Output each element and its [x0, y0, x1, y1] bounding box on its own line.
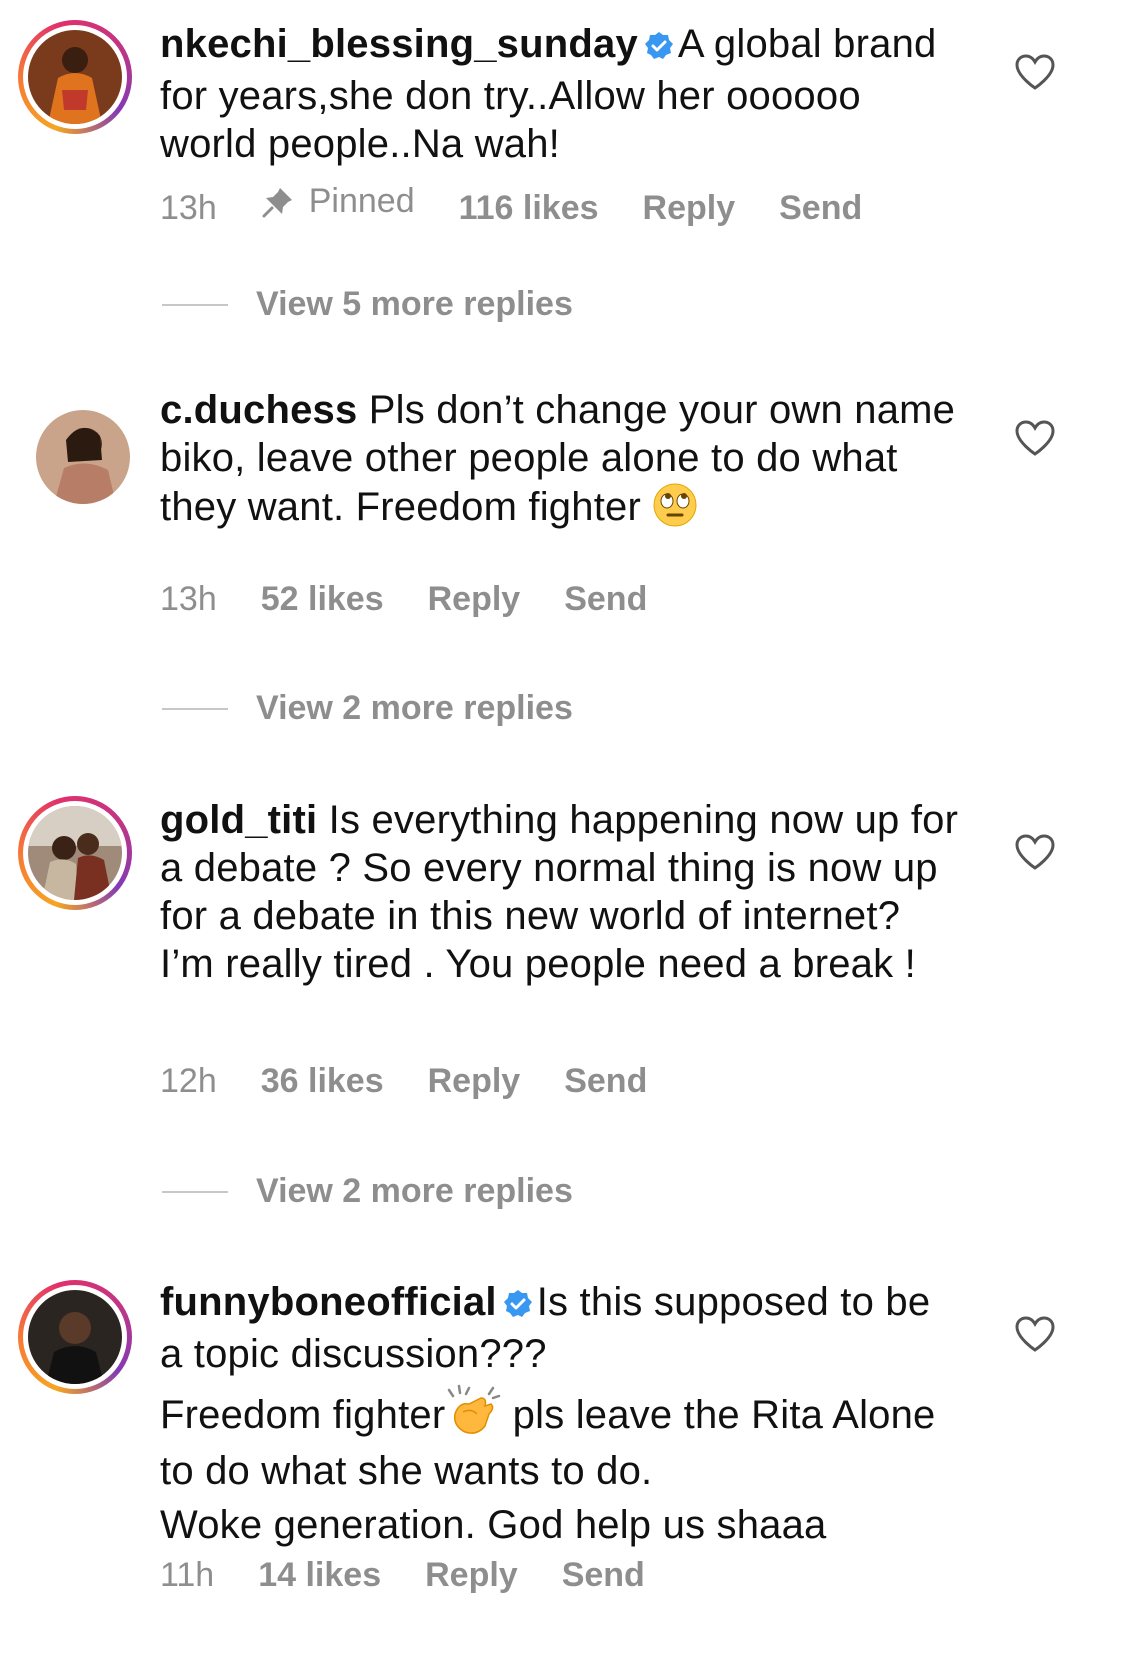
comment-meta: 13h Pinned 116 likes Reply Send — [160, 182, 906, 228]
send-button[interactable]: Send — [564, 580, 647, 619]
like-heart-icon[interactable] — [1015, 420, 1055, 456]
comment-time: 12h — [160, 1062, 217, 1100]
clapping-hands-emoji-icon — [445, 1384, 501, 1447]
comment-body-line2a: Freedom fighter — [160, 1393, 446, 1437]
comment-meta: 12h 36 likes Reply Send — [160, 1062, 691, 1101]
view-replies-button[interactable]: View 2 more replies — [162, 1172, 573, 1211]
avatar[interactable] — [36, 410, 130, 504]
like-heart-icon[interactable] — [1015, 1316, 1055, 1352]
send-button[interactable]: Send — [564, 1062, 647, 1101]
comment-meta: 11h 14 likes Reply Send — [160, 1556, 689, 1595]
avatar[interactable] — [18, 1280, 132, 1394]
reply-button[interactable]: Reply — [425, 1556, 518, 1595]
comment-time: 11h — [160, 1556, 215, 1594]
reply-button[interactable]: Reply — [428, 580, 521, 619]
comment-text: gold_titi Is everything happening now up… — [160, 796, 960, 988]
comment-text: funnyboneofficial Is this supposed to be … — [160, 1278, 960, 1549]
verified-badge-icon — [644, 24, 674, 72]
username[interactable]: funnyboneofficial — [160, 1280, 497, 1324]
comment-meta: 13h 52 likes Reply Send — [160, 580, 691, 619]
avatar[interactable] — [18, 20, 132, 134]
avatar-image — [28, 1290, 122, 1384]
rolling-eyes-emoji-icon — [652, 482, 698, 539]
comment-time: 13h — [160, 188, 217, 227]
comment-text: c.duchess Pls don’t change your own name… — [160, 386, 960, 539]
reply-button[interactable]: Reply — [428, 1062, 521, 1101]
verified-badge-icon — [503, 1282, 533, 1330]
view-replies-button[interactable]: View 5 more replies — [162, 285, 573, 324]
username[interactable]: gold_titi — [160, 798, 317, 842]
comment-body-line3: Woke generation. God help us shaaa — [160, 1503, 827, 1547]
username[interactable]: nkechi_blessing_sunday — [160, 22, 638, 66]
username[interactable]: c.duchess — [160, 388, 357, 432]
send-button[interactable]: Send — [779, 189, 862, 228]
pinned-indicator: Pinned — [261, 182, 415, 221]
likes-count[interactable]: 116 likes — [459, 189, 599, 228]
like-heart-icon[interactable] — [1015, 54, 1055, 90]
reply-button[interactable]: Reply — [643, 189, 736, 228]
comment-text: nkechi_blessing_sunday A global brand for… — [160, 20, 960, 168]
likes-count[interactable]: 36 likes — [261, 1062, 384, 1101]
view-replies-button[interactable]: View 2 more replies — [162, 689, 573, 728]
replies-divider — [162, 1190, 228, 1193]
avatar-image — [28, 806, 122, 900]
replies-divider — [162, 303, 228, 306]
avatar-image — [28, 30, 122, 124]
replies-divider — [162, 707, 228, 710]
likes-count[interactable]: 14 likes — [258, 1556, 381, 1595]
comments-list: nkechi_blessing_sunday A global brand for… — [0, 0, 1125, 1658]
send-button[interactable]: Send — [562, 1556, 645, 1595]
like-heart-icon[interactable] — [1015, 834, 1055, 870]
avatar[interactable] — [18, 796, 132, 910]
comment-time: 13h — [160, 580, 217, 618]
pin-icon — [262, 187, 292, 217]
likes-count[interactable]: 52 likes — [261, 580, 384, 619]
